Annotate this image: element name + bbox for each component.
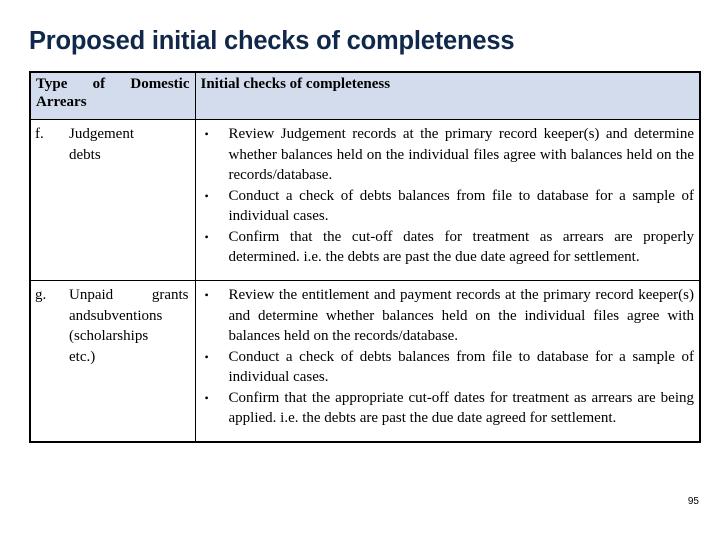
- list-item-text: Confirm that the appropriate cut-off dat…: [228, 389, 695, 427]
- checks-table-wrapper: Type of Domestic Arrears Initial checks …: [29, 71, 701, 443]
- list-item-text: Review the entitlement and payment recor…: [228, 287, 695, 344]
- row-label-f: Judgement debts: [69, 124, 189, 165]
- list-item: • Conduct a check of debts balances from …: [196, 186, 695, 227]
- page-number: 95: [687, 496, 699, 507]
- table-row: g. Unpaid grants andsubventions (scholar…: [29, 280, 701, 443]
- row-label-g-line-2: andsubventions: [69, 307, 163, 324]
- row-checks-cell-f: • Review Judgement records at the primary…: [194, 119, 701, 281]
- row-label-g-line-4: etc.): [69, 348, 96, 365]
- header-cell-checks: Initial checks of completeness: [194, 71, 701, 120]
- row-label-cell-g: g. Unpaid grants andsubventions (scholar…: [29, 280, 196, 443]
- header-label-type: Type of Domestic Arrears: [36, 76, 190, 110]
- list-item: • Confirm that the appropriate cut-off da…: [196, 388, 695, 429]
- row-label-f-line-2: debts: [69, 146, 101, 163]
- bullet-icon: •: [204, 288, 209, 302]
- bullet-icon: •: [204, 229, 209, 244]
- list-item-text: Review Judgement records at the primary …: [228, 126, 695, 183]
- header-cell-type: Type of Domestic Arrears: [29, 71, 196, 120]
- bullet-icon: •: [204, 349, 209, 364]
- checks-table: Type of Domestic Arrears Initial checks …: [29, 71, 701, 443]
- header-label-checks: Initial checks of completeness: [200, 76, 391, 92]
- list-item: • Review Judgement records at the primary…: [196, 124, 695, 186]
- row-label-g: Unpaid grants andsubventions (scholarshi…: [69, 285, 189, 367]
- bullet-icon: •: [204, 390, 209, 405]
- list-item: • Confirm that the cut-off dates for trea…: [196, 227, 695, 268]
- table-row: f. Judgement debts • Review Judgement rec…: [29, 119, 701, 281]
- list-item-text: Conduct a check of debts balances from f…: [228, 348, 695, 386]
- page-title: Proposed initial checks of completeness: [29, 27, 515, 55]
- slide: Proposed initial checks of completeness …: [0, 0, 720, 540]
- list-item-text: Conduct a check of debts balances from f…: [228, 187, 695, 225]
- bullet-icon: •: [204, 127, 209, 141]
- row-checks-cell-g: • Review the entitlement and payment reco…: [194, 280, 701, 443]
- row-marker-f: f.: [35, 126, 44, 142]
- checks-list-g: • Review the entitlement and payment reco…: [196, 281, 700, 435]
- list-item: • Conduct a check of debts balances from …: [196, 347, 695, 388]
- bullet-icon: •: [204, 188, 209, 203]
- row-label-f-line-1: Judgement: [69, 126, 134, 142]
- row-label-g-line-3: (scholarships: [69, 328, 149, 344]
- table-header-row: Type of Domestic Arrears Initial checks …: [29, 71, 701, 120]
- row-marker-g: g.: [35, 287, 47, 303]
- list-item: • Review the entitlement and payment reco…: [196, 285, 695, 347]
- list-item-text: Confirm that the cut-off dates for treat…: [228, 228, 695, 266]
- row-label-cell-f: f. Judgement debts: [29, 119, 196, 281]
- checks-list-f: • Review Judgement records at the primary…: [196, 120, 700, 274]
- row-label-g-line-1: Unpaid grants: [69, 287, 189, 303]
